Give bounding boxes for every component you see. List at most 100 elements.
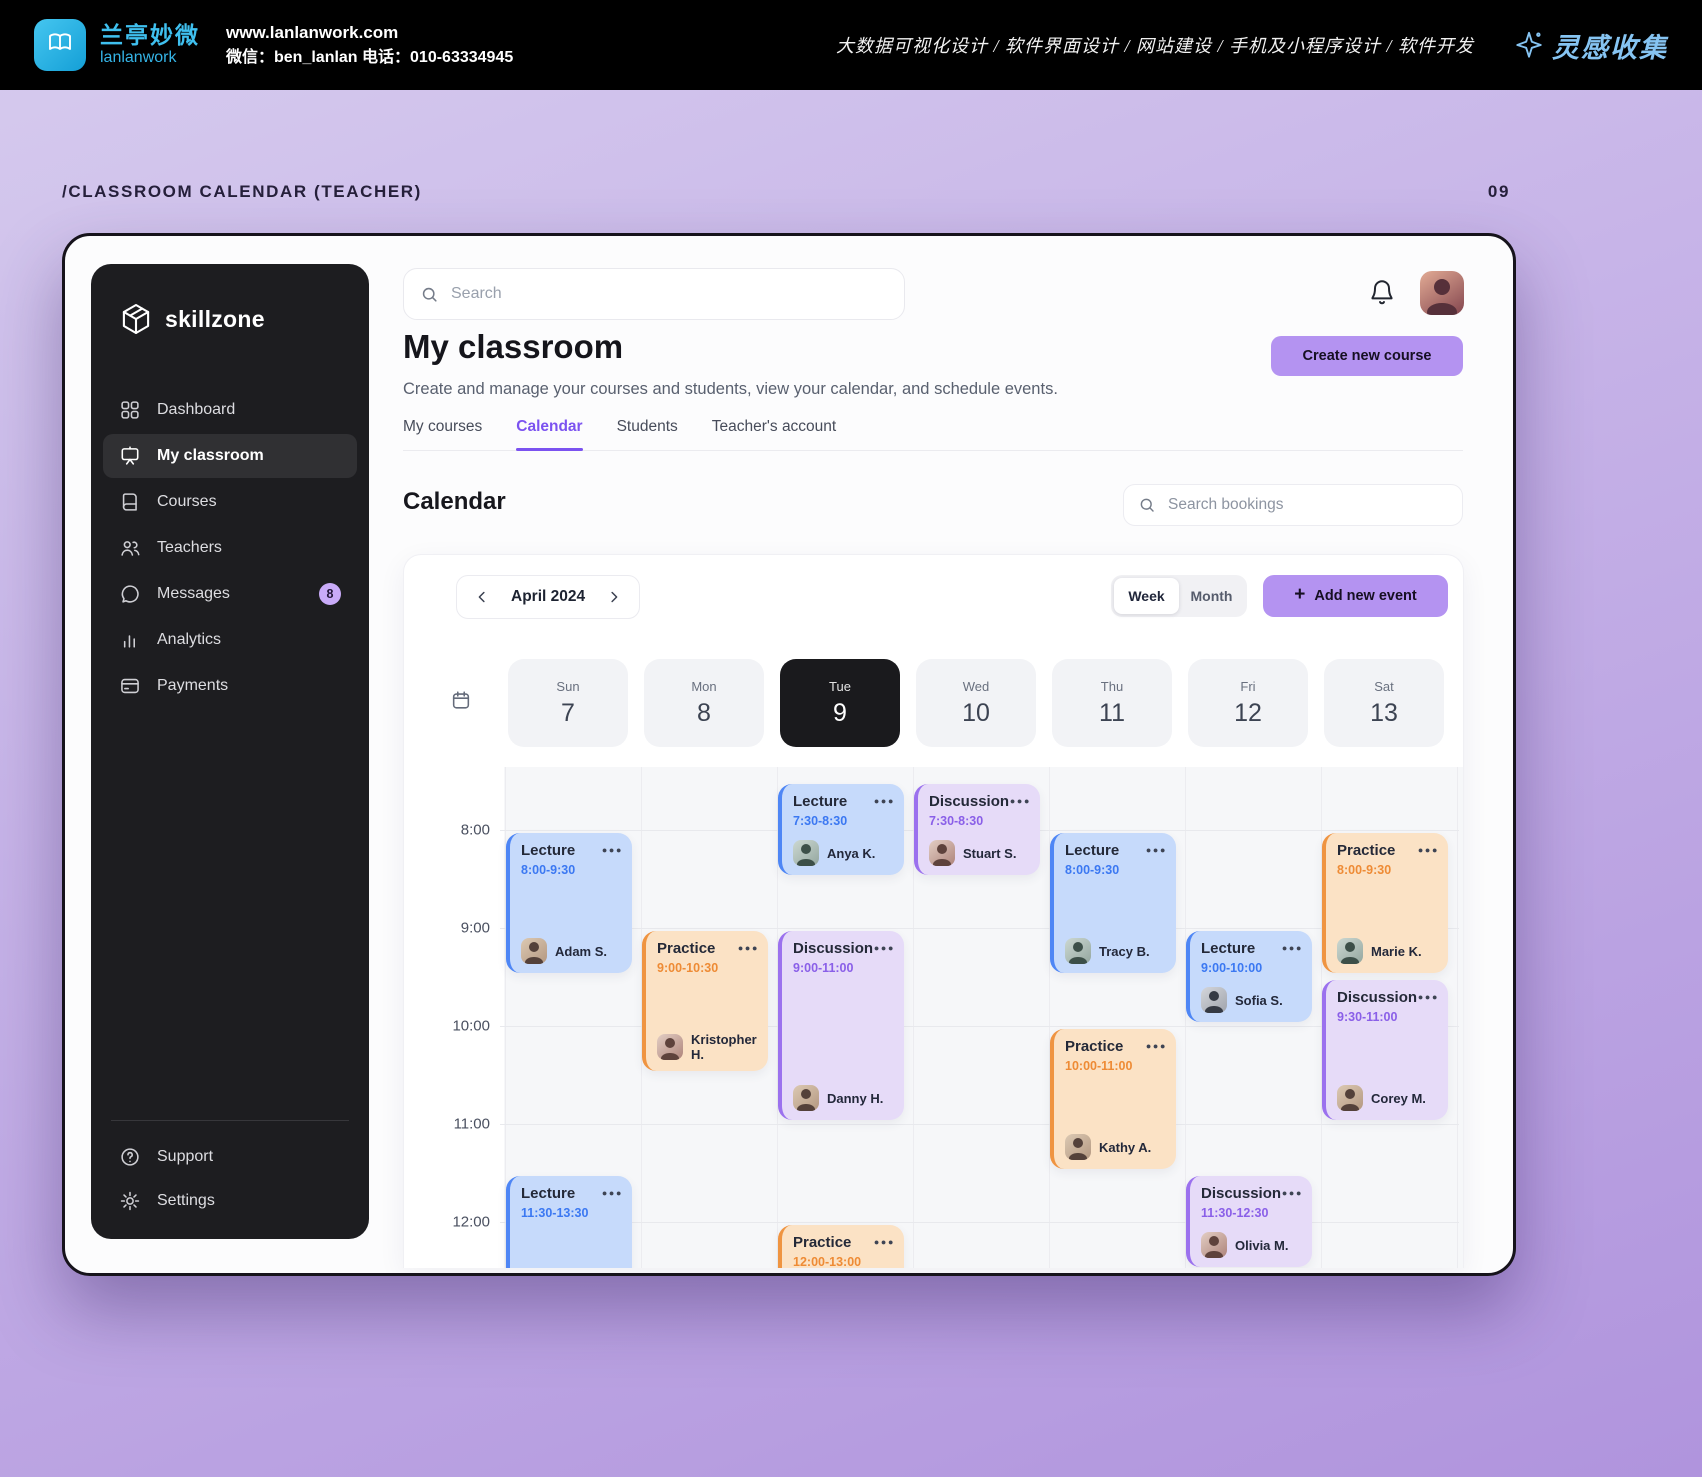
day-number: 12 [1234,698,1262,727]
sidebar-item-label: Settings [157,1192,215,1209]
event-card-lecture-7-30-8-30[interactable]: Lecture ●●● 7:30-8:30 Anya K. [778,784,904,875]
day-cell-fri[interactable]: Fri 12 [1188,659,1308,747]
month-label: April 2024 [511,588,586,605]
event-attendee: Olivia M. [1201,1232,1303,1258]
event-attendee: Danny H. [793,1085,895,1111]
sidebar-item-settings[interactable]: Settings [103,1179,357,1223]
event-header: Discussion ●●● [793,940,895,957]
skillzone-logo: skillzone [91,264,369,336]
attendee-avatar [1065,938,1091,964]
banner-contact: www.lanlanwork.com 微信：ben_lanlan 电话：010-… [226,22,513,69]
event-title: Lecture [1065,842,1120,859]
sidebar-item-support[interactable]: Support [103,1135,357,1179]
day-cell-sat[interactable]: Sat 13 [1324,659,1444,747]
sidebar-item-label: Support [157,1148,214,1165]
chevron-right-icon [611,591,618,603]
dots-menu-icon[interactable]: ●●● [1418,845,1439,855]
search-input[interactable] [449,284,888,304]
grid-hline [500,1222,1459,1223]
dots-menu-icon[interactable]: ●●● [602,845,623,855]
event-time: 9:00-11:00 [793,961,854,975]
event-card-practice-9-00-10-30[interactable]: Practice ●●● 9:00-10:30 Kristopher H. [642,931,768,1071]
event-card-lecture-8-00-9-30[interactable]: Lecture ●●● 8:00-9:30 Tracy B. [1050,833,1176,973]
day-number: 11 [1099,698,1125,727]
attendee-name: Anya K. [827,845,876,861]
dots-menu-icon[interactable]: ●●● [1282,943,1303,953]
sidebar-item-analytics[interactable]: Analytics [103,618,357,662]
event-card-discussion-9-30-11-00[interactable]: Discussion ●●● 9:30-11:00 Corey M. [1322,980,1448,1120]
create-course-button[interactable]: Create new course [1271,336,1463,376]
dots-menu-icon[interactable]: ●●● [874,796,895,806]
tab-calendar[interactable]: Calendar [516,418,583,451]
sidebar-item-messages[interactable]: Messages 8 [103,572,357,616]
day-name: Sun [556,678,580,694]
user-avatar[interactable] [1420,271,1464,315]
event-card-lecture-9-00-10-00[interactable]: Lecture ●●● 9:00-10:00 Sofia S. [1186,931,1312,1022]
day-cell-wed[interactable]: Wed 10 [916,659,1036,747]
tab-teacher-s-account[interactable]: Teacher's account [712,418,836,436]
event-header: Lecture ●●● [1201,940,1303,957]
dots-menu-icon[interactable]: ●●● [1282,1188,1303,1198]
event-attendee: Stuart S. [929,840,1031,866]
sidebar-item-my-classroom[interactable]: My classroom [103,434,357,478]
dots-menu-icon[interactable]: ●●● [874,1237,895,1247]
next-month-button[interactable] [605,588,623,606]
sidebar-item-courses[interactable]: Courses [103,480,357,524]
dots-menu-icon[interactable]: ●●● [738,943,759,953]
sidebar-item-teachers[interactable]: Teachers [103,526,357,570]
day-number: 7 [561,698,575,727]
event-card-lecture-11-30-13-30[interactable]: Lecture ●●● 11:30-13:30 [506,1176,632,1268]
day-cell-mon[interactable]: Mon 8 [644,659,764,747]
attendee-avatar [929,840,955,866]
collect-label: 灵感收集 [1552,32,1668,63]
add-event-button[interactable]: + Add new event [1263,575,1448,617]
event-card-practice-10-00-11-00[interactable]: Practice ●●● 10:00-11:00 Kathy A. [1050,1029,1176,1169]
event-card-practice-8-00-9-30[interactable]: Practice ●●● 8:00-9:30 Marie K. [1322,833,1448,973]
event-title: Discussion [1337,989,1418,1006]
event-attendee: Adam S. [521,938,623,964]
tabs: My courses Calendar Students Teacher's acco… [403,418,1463,451]
page-subtitle: Create and manage your courses and stude… [403,380,1058,398]
tab-students[interactable]: Students [617,418,678,436]
day-cell-thu[interactable]: Thu 11 [1052,659,1172,747]
event-header: Lecture ●●● [521,842,623,859]
day-name: Thu [1100,678,1124,694]
dots-menu-icon[interactable]: ●●● [1146,1041,1167,1051]
day-cell-sun[interactable]: Sun 7 [508,659,628,747]
dashboard-icon [119,399,141,421]
day-number: 10 [962,698,990,727]
event-card-lecture-8-00-9-30[interactable]: Lecture ●●● 8:00-9:30 Adam S. [506,833,632,973]
dots-menu-icon[interactable]: ●●● [1010,796,1031,806]
event-card-discussion-9-00-11-00[interactable]: Discussion ●●● 9:00-11:00 Danny H. [778,931,904,1120]
event-time: 8:00-9:30 [1065,863,1120,877]
event-card-practice-12-00-13-00[interactable]: Practice ●●● 12:00-13:00 [778,1225,904,1268]
event-header: Discussion ●●● [1201,1185,1303,1202]
day-cell-tue[interactable]: Tue 9 [780,659,900,747]
event-card-discussion-11-30-12-30[interactable]: Discussion ●●● 11:30-12:30 Olivia M. [1186,1176,1312,1267]
toggle-month[interactable]: Month [1179,578,1244,614]
event-card-discussion-7-30-8-30[interactable]: Discussion ●●● 7:30-8:30 Stuart S. [914,784,1040,875]
sidebar-item-label: Payments [157,677,229,694]
dots-menu-icon[interactable]: ●●● [874,943,895,953]
day-number: 13 [1370,698,1398,727]
event-attendee: Kathy A. [1065,1134,1167,1160]
event-title: Practice [657,940,716,957]
banner-website: www.lanlanwork.com [226,22,399,42]
toggle-week[interactable]: Week [1114,578,1179,614]
grid-hline [500,1124,1459,1125]
teachers-icon [119,537,141,559]
attendee-name: Sofia S. [1235,992,1283,1008]
dots-menu-icon[interactable]: ●●● [602,1188,623,1198]
sidebar-footer-nav: Support Settings [103,1135,357,1223]
sidebar-item-dashboard[interactable]: Dashboard [103,388,357,432]
bookings-search-input[interactable] [1166,495,1448,515]
tab-my-courses[interactable]: My courses [403,418,482,436]
sidebar-item-payments[interactable]: Payments [103,664,357,708]
attendee-avatar [1337,1085,1363,1111]
day-name: Mon [691,678,717,694]
dots-menu-icon[interactable]: ●●● [1146,845,1167,855]
dots-menu-icon[interactable]: ●●● [1418,992,1439,1002]
event-title: Lecture [793,793,848,810]
notification-bell-icon[interactable] [1368,278,1398,308]
prev-month-button[interactable] [473,588,491,606]
